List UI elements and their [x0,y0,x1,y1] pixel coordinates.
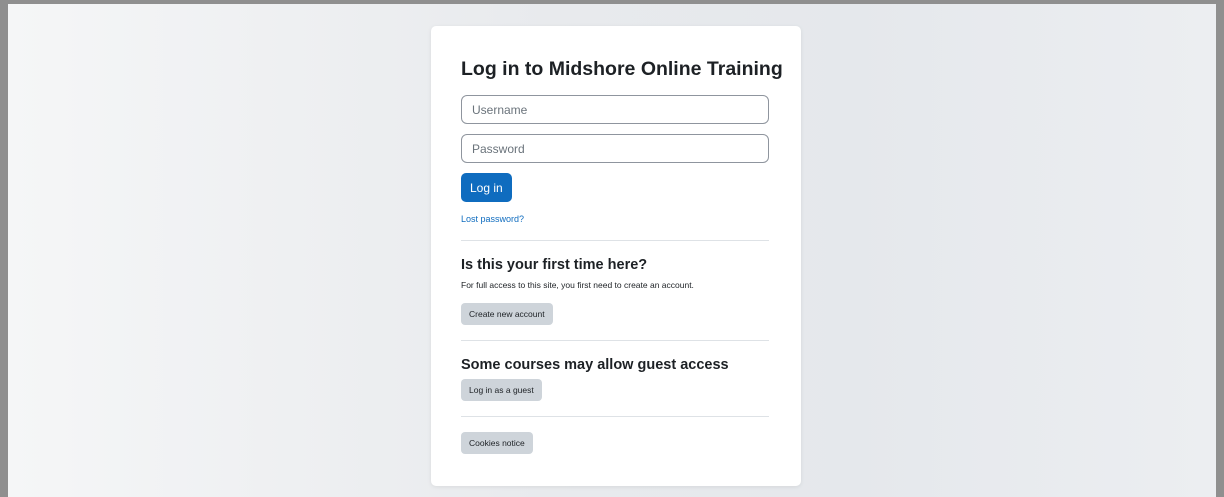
login-card: Log in to Midshore Online Training Log i… [431,26,801,486]
lost-password-link[interactable]: Lost password? [461,214,524,224]
username-input[interactable] [461,95,769,124]
page-title: Log in to Midshore Online Training [461,58,783,80]
divider [461,240,769,241]
password-input[interactable] [461,134,769,163]
guest-access-heading: Some courses may allow guest access [461,357,729,373]
cookies-notice-button[interactable]: Cookies notice [461,432,533,454]
guest-login-button[interactable]: Log in as a guest [461,379,542,401]
page-background: Log in to Midshore Online Training Log i… [8,4,1216,497]
first-time-heading: Is this your first time here? [461,257,648,273]
first-time-description: For full access to this site, you first … [461,280,694,290]
login-button[interactable]: Log in [461,173,512,202]
divider [461,340,769,341]
divider [461,416,769,417]
create-account-button[interactable]: Create new account [461,303,553,325]
